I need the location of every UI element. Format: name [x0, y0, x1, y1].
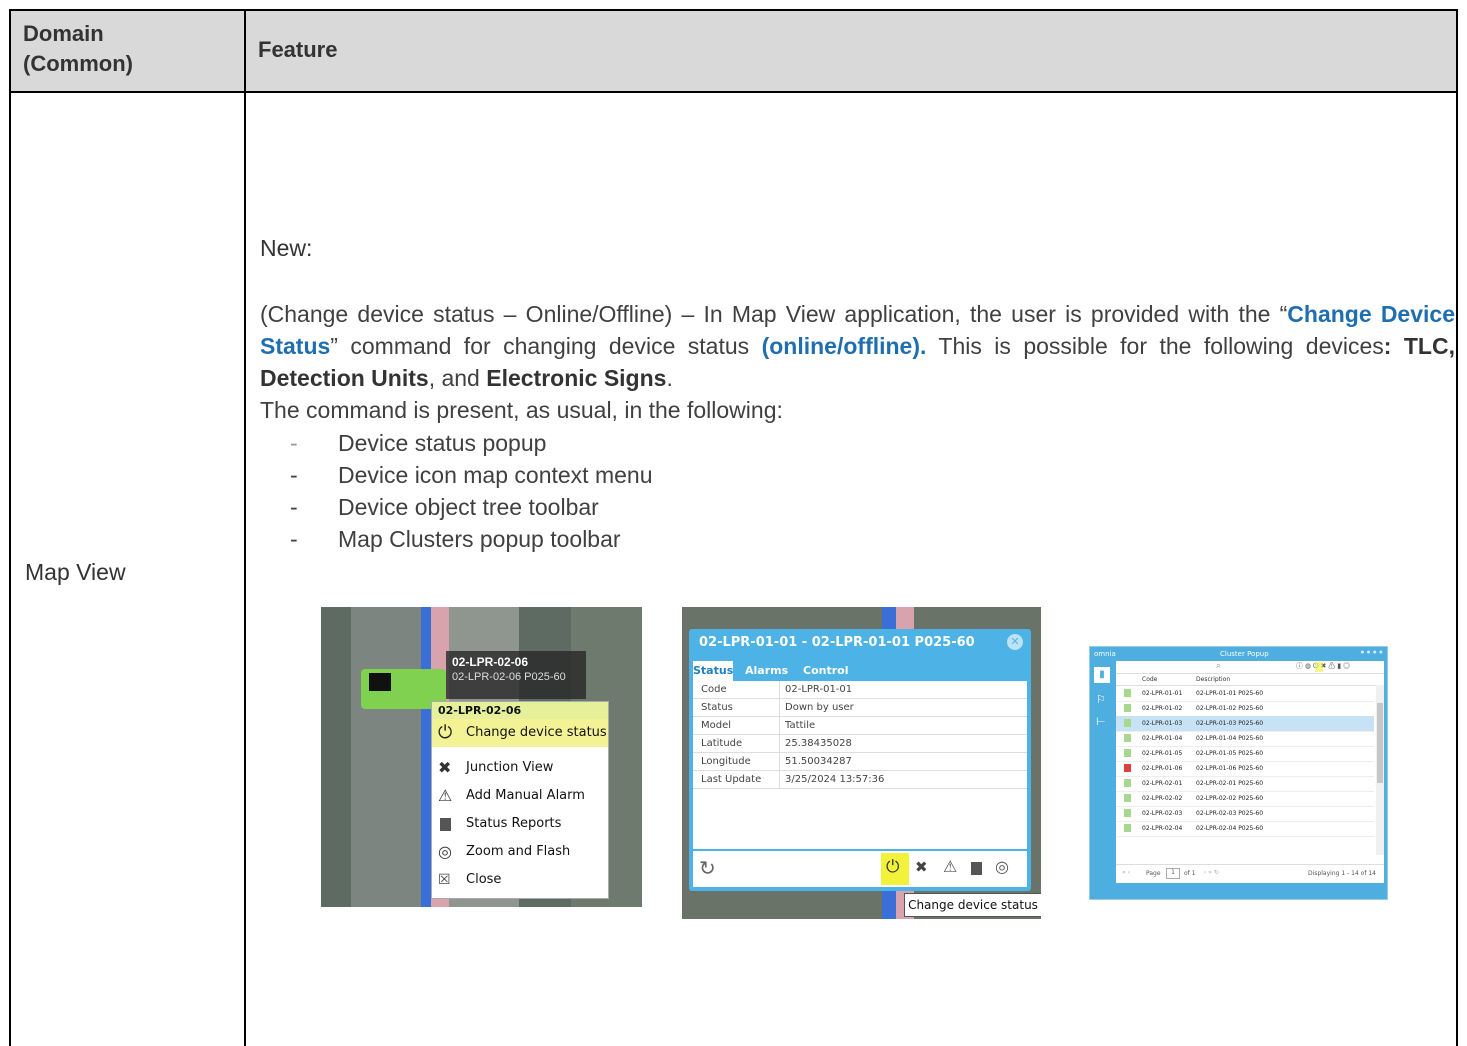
table-row[interactable]: 02-LPR-01-05 02-LPR-01-05 P025-60: [1116, 746, 1374, 762]
menu-item-add-manual-alarm[interactable]: ⚠ Add Manual Alarm: [432, 782, 608, 810]
device-list-icon[interactable]: ▮: [1094, 667, 1110, 683]
page-input[interactable]: 1: [1166, 868, 1180, 879]
alarm-icon[interactable]: ⚠: [943, 857, 957, 876]
table-row[interactable]: 02-LPR-02-03 02-LPR-02-03 P025-60: [1116, 806, 1374, 822]
cluster-popup-screenshot: omnia Cluster Popup ● ● ● ● ▮ ⚐ ⊢ ⌕ ⓘ ◍ …: [1089, 646, 1388, 900]
report-icon: [440, 818, 451, 831]
new-label: New:: [260, 235, 313, 261]
cluster-panel: ⌕ ⓘ ◍ ⏻ ✖ ⚠ ▮ ◎ Code Description 02-LPR-…: [1116, 661, 1384, 883]
list-item: - Device object tree toolbar: [290, 494, 599, 520]
table-row[interactable]: 02-LPR-02-01 02-LPR-02-01 P025-60: [1116, 776, 1374, 792]
intro-text: The command is present, as usual, in the…: [260, 397, 783, 423]
tooltip: Change device status: [904, 893, 1041, 917]
bullet-list: - Device status popup - Device icon map co…: [290, 427, 653, 555]
scrollbar[interactable]: [1376, 685, 1384, 855]
table-row[interactable]: 02-LPR-01-03 02-LPR-01-03 P025-60: [1116, 716, 1374, 732]
cluster-toolbar: ⌕ ⓘ ◍ ⏻ ✖ ⚠ ▮ ◎: [1116, 661, 1384, 674]
table-row[interactable]: 02-LPR-02-02 02-LPR-02-02 P025-60: [1116, 791, 1374, 807]
report-icon[interactable]: [971, 862, 982, 875]
status-values: (online/offline).: [761, 333, 927, 359]
device-status-icon: [1124, 809, 1131, 817]
tab-status[interactable]: Status: [693, 661, 733, 681]
displaying-count: Displaying 1 - 14 of 14: [1308, 870, 1376, 877]
next-page-icon[interactable]: › » ↻: [1204, 869, 1219, 876]
device-status-icon: [1124, 824, 1131, 832]
tab-control[interactable]: Control: [803, 661, 848, 681]
header-feature: Feature: [258, 37, 338, 62]
device-electronic-signs: Electronic Signs: [486, 365, 667, 391]
column-divider: [244, 11, 246, 1046]
device-status-icon: [1124, 794, 1131, 802]
pagination-bar: « ‹ Page 1 of 1 › » ↻ Displaying 1 - 14 …: [1116, 864, 1384, 883]
table-row[interactable]: 02-LPR-02-04 02-LPR-02-04 P025-60: [1116, 821, 1374, 837]
menu-item-status-reports[interactable]: Status Reports: [432, 810, 608, 838]
list-item: - Map Clusters popup toolbar: [290, 526, 621, 552]
window-controls-icon[interactable]: ● ● ● ●: [1360, 649, 1383, 656]
device-status-icon: [1124, 689, 1131, 697]
menu-item-close[interactable]: ☒ Close: [432, 866, 608, 894]
table-row[interactable]: 02-LPR-01-02 02-LPR-01-02 P025-60: [1116, 701, 1374, 717]
device-status-icon: [1124, 734, 1131, 742]
power-icon: ⏻: [438, 722, 453, 743]
popup-title: Cluster Popup: [1220, 650, 1269, 658]
header-domain: Domain (Common): [23, 21, 133, 76]
device-status-icon: [1124, 749, 1131, 757]
menu-item-junction-view[interactable]: ✖ Junction View: [432, 754, 608, 782]
junction-icon: ✖: [438, 758, 452, 777]
list-item: - Device icon map context menu: [290, 462, 653, 488]
target-icon[interactable]: ◎: [995, 857, 1009, 876]
tab-alarms[interactable]: Alarms: [745, 661, 788, 681]
brand-logo: omnia: [1094, 650, 1116, 658]
popup-title: 02-LPR-01-01 - 02-LPR-01-01 P025-60: [699, 635, 975, 650]
search-icon[interactable]: ⌕: [1216, 661, 1220, 671]
popup-toolbar: ↻ ⏻ ✖ ⚠ ◎: [693, 851, 1027, 887]
menu-item-change-device-status[interactable]: ⏻ Change device status: [432, 719, 608, 747]
tree-icon[interactable]: ⊢: [1096, 715, 1106, 728]
device-status-popup-screenshot: 02-LPR-01-01 - 02-LPR-01-01 P025-60 ✕ St…: [682, 607, 1041, 919]
table-row[interactable]: 02-LPR-01-06 02-LPR-01-06 P025-60: [1116, 761, 1374, 777]
context-menu: 02-LPR-02-06 ⏻ Change device status ✖ Ju…: [431, 701, 609, 899]
map-context-menu-screenshot: 02-LPR-02-06 02-LPR-02-06 P025-60 02-LPR…: [321, 607, 642, 907]
flag-icon[interactable]: ⚐: [1096, 693, 1106, 706]
table-row[interactable]: 02-LPR-01-04 02-LPR-01-04 P025-60: [1116, 731, 1374, 747]
device-status-icon: [1124, 779, 1131, 787]
context-menu-title: 02-LPR-02-06: [432, 702, 608, 719]
first-page-icon[interactable]: « ‹: [1122, 869, 1130, 876]
device-status-popup: 02-LPR-01-01 - 02-LPR-01-01 P025-60 ✕ St…: [689, 629, 1031, 891]
close-icon: ☒: [438, 872, 451, 888]
device-status-icon: [1124, 719, 1131, 727]
cluster-table-header: Code Description: [1116, 674, 1384, 686]
domain-cell: Map View: [25, 559, 126, 585]
status-table: Code 02-LPR-01-01 Status Down by user Mode…: [693, 681, 1027, 849]
table-header-row: Domain (Common) Feature: [11, 11, 1456, 93]
target-icon: ◎: [438, 842, 452, 861]
feature-description: (Change device status – Online/Offline) …: [260, 301, 1455, 391]
device-status-icon: [1124, 764, 1131, 772]
refresh-icon[interactable]: ↻: [699, 856, 716, 880]
cluster-sidebar: ▮ ⚐ ⊢: [1090, 661, 1114, 899]
alarm-icon: ⚠: [438, 786, 453, 805]
close-icon[interactable]: ✕: [1007, 634, 1023, 650]
list-item: - Device status popup: [290, 430, 547, 456]
camera-icon: [369, 673, 391, 691]
power-icon[interactable]: ⏻: [886, 857, 899, 877]
menu-item-zoom-and-flash[interactable]: ◎ Zoom and Flash: [432, 838, 608, 866]
table-row[interactable]: 02-LPR-01-01 02-LPR-01-01 P025-60: [1116, 686, 1374, 702]
junction-icon[interactable]: ✖: [915, 858, 928, 876]
device-label: 02-LPR-02-06 02-LPR-02-06 P025-60: [446, 651, 586, 699]
toolbar-icons[interactable]: ⓘ ◍ ⏻ ✖ ⚠ ▮ ◎: [1296, 661, 1350, 671]
device-status-icon: [1124, 704, 1131, 712]
